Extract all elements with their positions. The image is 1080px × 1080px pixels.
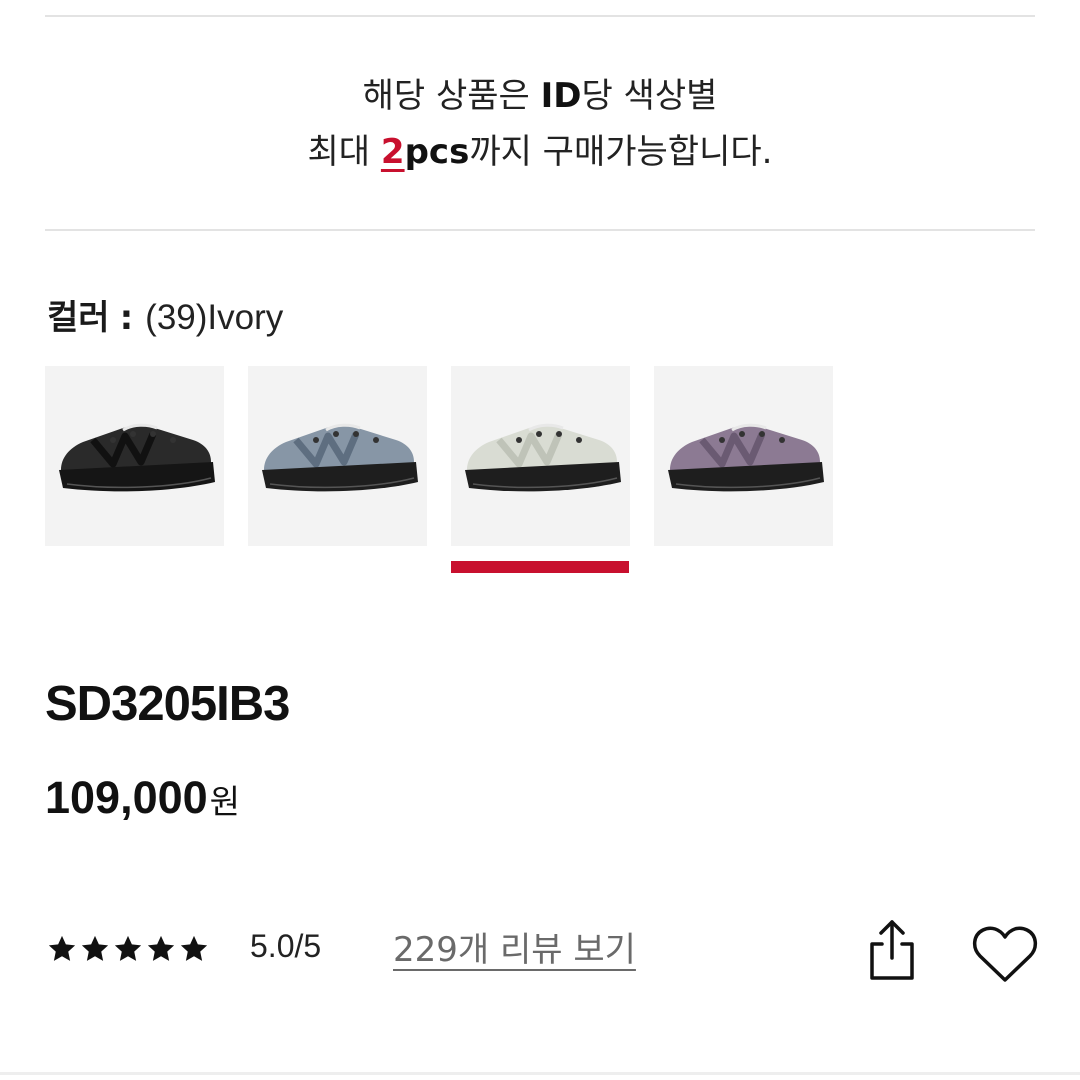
- star-icon: [147, 935, 175, 961]
- star-icon: [114, 935, 142, 961]
- heart-icon[interactable]: [972, 926, 1038, 984]
- star-icon: [180, 935, 208, 961]
- product-price: 109,000 원: [45, 772, 240, 824]
- top-divider: [45, 15, 1035, 17]
- bottom-divider: [0, 1072, 1080, 1075]
- color-swatch[interactable]: [451, 366, 630, 546]
- view-reviews-link[interactable]: 229개 리뷰 보기: [393, 922, 636, 971]
- product-code: SD3205IB3: [45, 677, 290, 731]
- color-selection-label: 컬러 : (39)Ivory: [47, 290, 283, 339]
- purchase-limit-notice: 해당 상품은 ID당 색상별 최대 2pcs까지 구매가능합니다.: [0, 68, 1080, 180]
- color-separator: :: [119, 298, 134, 338]
- rating-stars: [47, 934, 209, 964]
- color-label: 컬러: [47, 298, 110, 338]
- star-icon: [81, 935, 109, 961]
- price-value: 109,000: [45, 772, 208, 823]
- color-swatch[interactable]: [654, 366, 833, 546]
- shoe-black-icon: [59, 423, 215, 492]
- notice-limit-count: 2: [380, 132, 405, 172]
- section-divider: [45, 229, 1035, 231]
- notice-line-1: 해당 상품은 ID당 색상별: [0, 68, 1080, 124]
- selected-color-value: (39)Ivory: [145, 298, 284, 337]
- share-icon[interactable]: [866, 918, 918, 982]
- selected-swatch-indicator: [451, 561, 629, 573]
- color-swatch[interactable]: [45, 366, 224, 546]
- rating-value: 5.0/5: [250, 928, 322, 964]
- shoe-ivory-icon: [465, 423, 621, 492]
- shoe-purple-icon: [668, 423, 824, 492]
- price-currency: 원: [209, 782, 241, 821]
- notice-text: 해당 상품은: [362, 76, 541, 116]
- notice-text: 당 색상별: [581, 76, 718, 116]
- color-swatch-list: [45, 366, 857, 546]
- color-swatch[interactable]: [248, 366, 427, 546]
- notice-id-text: ID: [540, 76, 582, 116]
- notice-unit: pcs: [404, 132, 470, 172]
- notice-text: 까지 구매가능합니다.: [469, 132, 773, 172]
- star-icon: [48, 935, 76, 961]
- notice-line-2: 최대 2pcs까지 구매가능합니다.: [0, 124, 1080, 180]
- shoe-blue-icon: [262, 423, 418, 492]
- notice-text: 최대: [307, 132, 381, 172]
